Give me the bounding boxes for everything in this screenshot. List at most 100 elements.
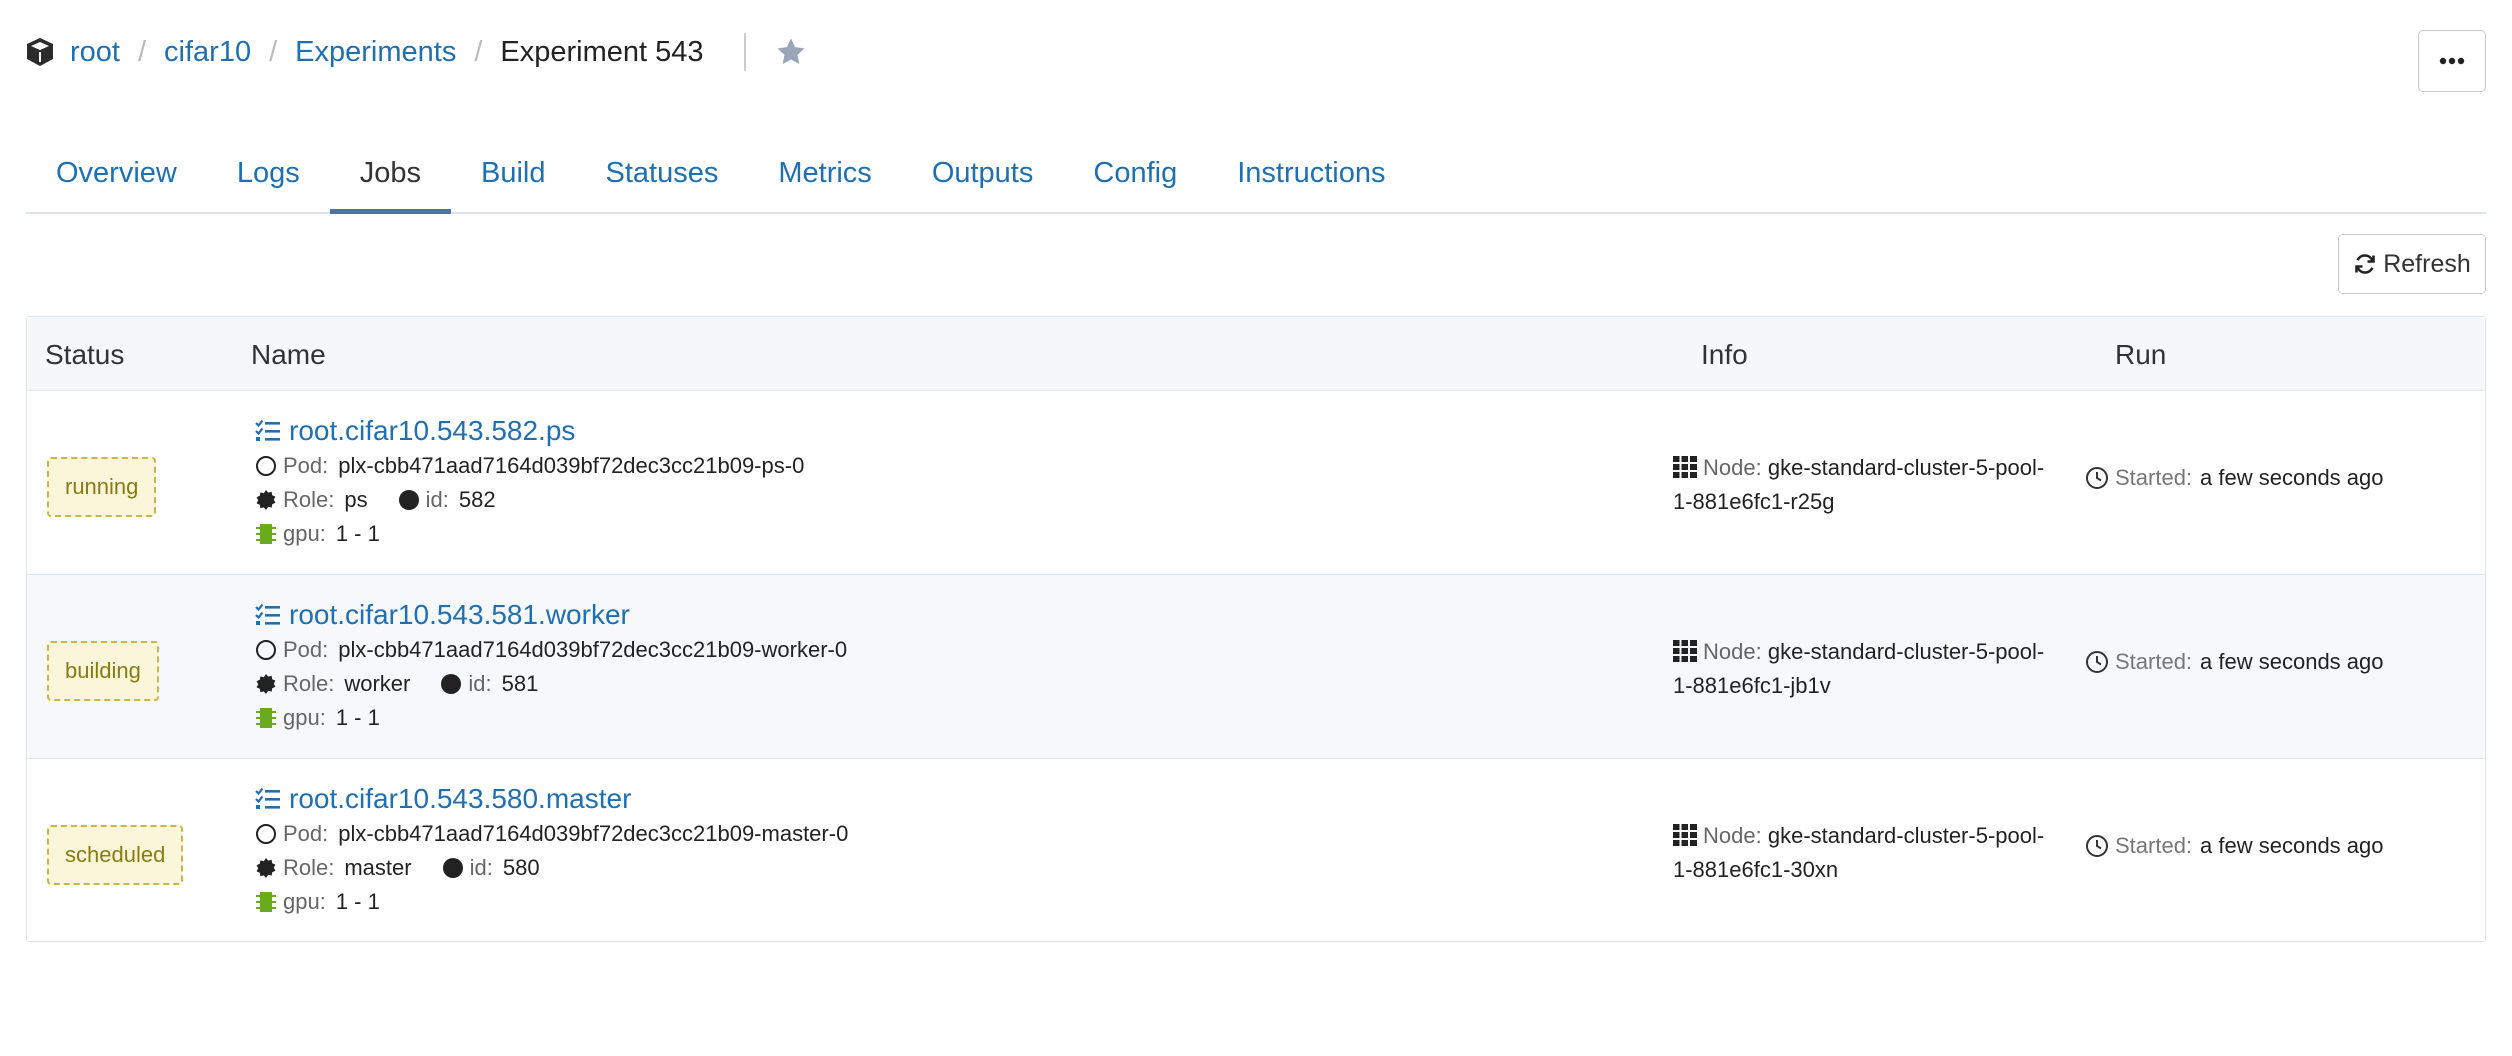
pod-label: Pod:	[283, 637, 329, 662]
job-name-link[interactable]: root.cifar10.543.581.worker	[255, 599, 630, 631]
circle-outline-icon	[256, 640, 276, 660]
breadcrumb-project[interactable]: cifar10	[164, 36, 251, 69]
gpu-detail: gpu: 1 - 1	[255, 521, 380, 547]
gear-badge-icon	[256, 490, 276, 510]
job-name: root.cifar10.543.582.ps	[289, 415, 576, 446]
pod-detail: Pod: plx-cbb471aad7164d039bf72dec3cc21b0…	[255, 637, 847, 663]
column-header-name: Name	[251, 339, 326, 370]
job-name: root.cifar10.543.580.master	[289, 783, 632, 814]
refresh-button[interactable]: Refresh	[2338, 234, 2486, 294]
circle-filled-icon	[441, 674, 462, 694]
page-title: Experiment 543	[500, 35, 704, 68]
refresh-label: Refresh	[2383, 249, 2471, 278]
pod-value: plx-cbb471aad7164d039bf72dec3cc21b09-mas…	[338, 821, 849, 846]
role-value: ps	[344, 487, 368, 512]
id-label: id:	[469, 855, 493, 880]
role-detail: Role: master id: 580	[255, 855, 540, 881]
breadcrumb-separator: /	[269, 35, 278, 68]
table-header: Status Name Info Run	[27, 317, 2485, 391]
id-label: id:	[425, 487, 449, 512]
breadcrumb-experiments[interactable]: Experiments	[295, 36, 456, 69]
node-label: Node:	[1703, 639, 1762, 664]
tab-config[interactable]: Config	[1063, 134, 1207, 212]
breadcrumb-root[interactable]: root	[70, 36, 120, 69]
status-badge: building	[47, 641, 159, 701]
more-actions-button[interactable]	[2418, 30, 2486, 92]
role-value: worker	[344, 671, 411, 696]
tab-instructions[interactable]: Instructions	[1207, 134, 1415, 212]
clock-icon	[2086, 835, 2108, 857]
tab-logs[interactable]: Logs	[207, 134, 330, 212]
breadcrumb: root / cifar10 / Experiments / Experimen…	[70, 30, 808, 74]
tab-statuses[interactable]: Statuses	[576, 134, 749, 212]
page-header: root / cifar10 / Experiments / Experimen…	[0, 0, 2512, 110]
column-header-info: Info	[1701, 339, 1748, 370]
run-info: Started: a few seconds ago	[2085, 649, 2384, 675]
gpu-chip-icon	[256, 708, 276, 728]
tab-build[interactable]: Build	[451, 134, 576, 212]
node-value-line1: gke-standard-cluster-5-pool-	[1767, 639, 2045, 664]
node-label: Node:	[1703, 823, 1762, 848]
table-row: scheduled root.cifar10.543.580.master Po…	[27, 759, 2485, 943]
job-name: root.cifar10.543.581.worker	[289, 599, 630, 630]
clock-icon	[2086, 651, 2108, 673]
gpu-label: gpu:	[283, 705, 326, 730]
role-label: Role:	[283, 671, 335, 696]
column-header-run: Run	[2115, 339, 2167, 370]
star-icon[interactable]	[774, 35, 808, 69]
node-info: Node: gke-standard-cluster-5-pool- 1-881…	[1673, 451, 2073, 519]
gpu-detail: gpu: 1 - 1	[255, 889, 380, 915]
node-value-line1: gke-standard-cluster-5-pool-	[1767, 455, 2045, 480]
grid-icon	[1673, 640, 1697, 662]
gpu-label: gpu:	[283, 889, 326, 914]
grid-icon	[1673, 824, 1697, 846]
id-label: id:	[468, 671, 492, 696]
id-value: 581	[501, 671, 539, 696]
started-label: Started:	[2115, 465, 2193, 490]
gpu-chip-icon	[256, 524, 276, 544]
pod-label: Pod:	[283, 821, 329, 846]
started-value: a few seconds ago	[2200, 465, 2384, 490]
tasks-icon	[255, 787, 280, 809]
status-badge: running	[47, 457, 157, 517]
tab-metrics[interactable]: Metrics	[748, 134, 901, 212]
breadcrumb-divider	[743, 33, 746, 71]
circle-filled-icon	[398, 490, 419, 510]
tab-overview[interactable]: Overview	[26, 134, 207, 212]
started-label: Started:	[2115, 649, 2193, 674]
circle-outline-icon	[256, 456, 276, 476]
tasks-icon	[255, 419, 280, 441]
job-name-link[interactable]: root.cifar10.543.580.master	[255, 783, 631, 815]
role-label: Role:	[283, 855, 335, 880]
job-name-link[interactable]: root.cifar10.543.582.ps	[255, 415, 575, 447]
id-value: 582	[458, 487, 496, 512]
id-detail: id: 580	[442, 855, 540, 881]
circle-filled-icon	[442, 858, 463, 878]
node-value-line2: 1-881e6fc1-r25g	[1673, 489, 1835, 514]
id-detail: id: 581	[440, 671, 538, 697]
clock-icon	[2086, 467, 2108, 489]
table-row: running root.cifar10.543.582.ps Pod: plx…	[27, 391, 2485, 575]
pod-detail: Pod: plx-cbb471aad7164d039bf72dec3cc21b0…	[255, 453, 804, 479]
grid-icon	[1673, 456, 1697, 478]
gear-badge-icon	[256, 858, 276, 878]
node-value-line2: 1-881e6fc1-jb1v	[1673, 673, 1831, 698]
gpu-chip-icon	[256, 892, 276, 912]
circle-outline-icon	[256, 824, 276, 844]
tab-jobs[interactable]: Jobs	[329, 134, 452, 214]
cube-icon	[27, 38, 53, 66]
gpu-label: gpu:	[283, 521, 326, 546]
id-detail: id: 582	[398, 487, 496, 513]
started-value: a few seconds ago	[2200, 649, 2384, 674]
role-detail: Role: ps id: 582	[255, 487, 496, 513]
tasks-icon	[255, 603, 280, 625]
started-label: Started:	[2115, 833, 2193, 858]
gpu-detail: gpu: 1 - 1	[255, 705, 380, 731]
gpu-value: 1 - 1	[335, 521, 380, 546]
pod-value: plx-cbb471aad7164d039bf72dec3cc21b09-wor…	[338, 637, 848, 662]
gpu-value: 1 - 1	[335, 705, 380, 730]
tab-outputs[interactable]: Outputs	[902, 134, 1064, 212]
tab-bar: Overview Logs Jobs Build Statuses Metric…	[26, 134, 2486, 214]
node-label: Node:	[1703, 455, 1762, 480]
pod-label: Pod:	[283, 453, 329, 478]
